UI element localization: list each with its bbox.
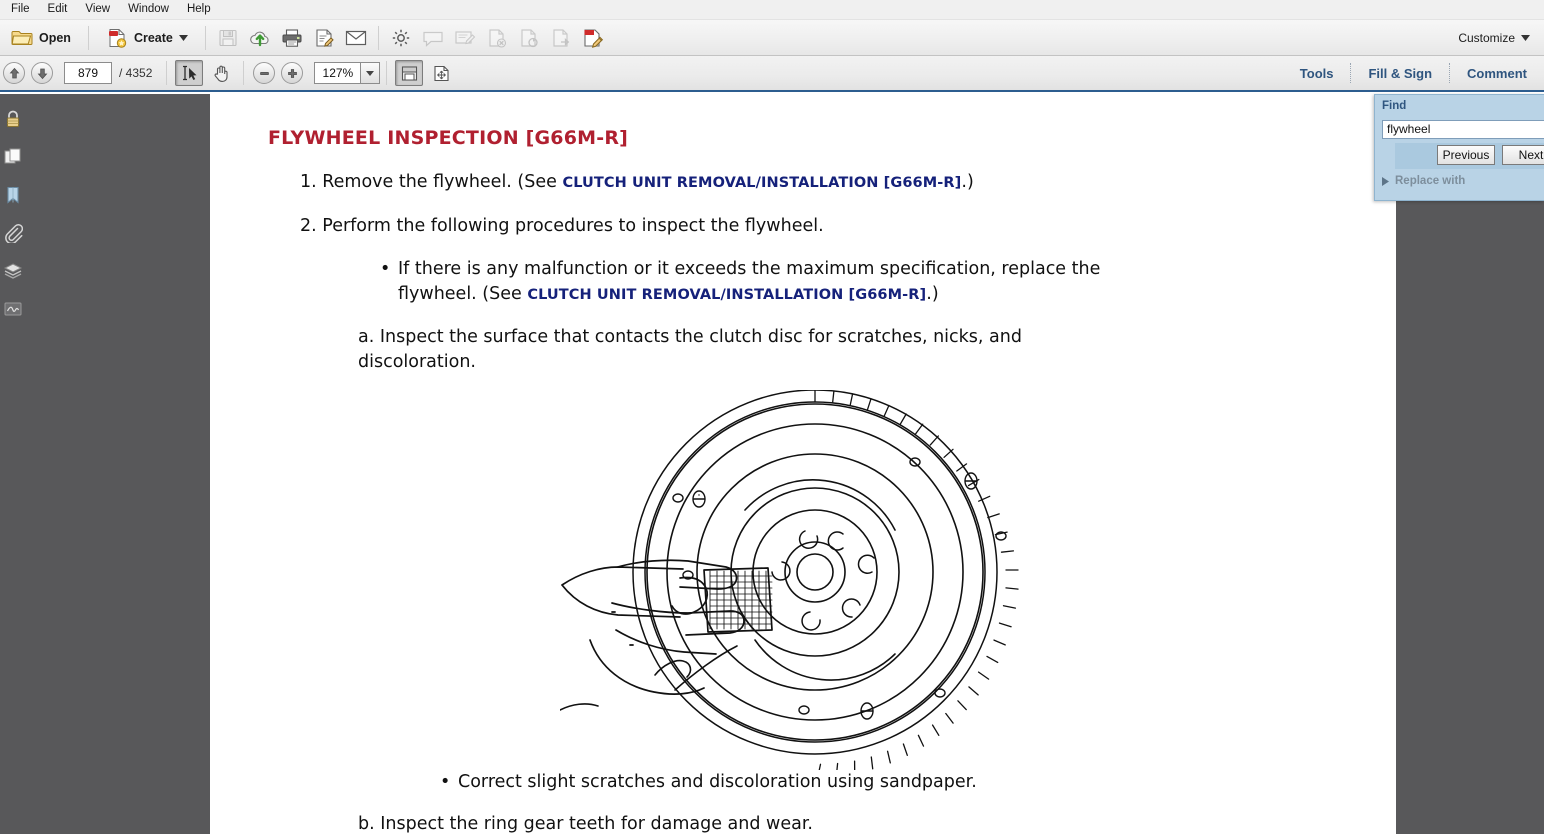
bullet-1-line-2-post: .) [926, 284, 938, 304]
replace-with-toggle[interactable]: Replace with [1382, 175, 1465, 187]
clutch-unit-link[interactable]: CLUTCH UNIT REMOVAL/INSTALLATION [G66M-R… [562, 175, 961, 191]
replace-with-label: Replace with [1395, 175, 1465, 187]
create-pdf-icon [106, 28, 128, 48]
save-icon[interactable] [213, 24, 243, 52]
previous-page-button[interactable] [3, 62, 25, 84]
menu-item-edit[interactable]: Edit [39, 0, 77, 19]
flywheel-sandpaper-illustration [560, 390, 1060, 770]
page-total-label: / 4352 [119, 66, 152, 80]
edit-pdf-icon[interactable] [578, 24, 608, 52]
page-rotate-icon[interactable] [514, 24, 544, 52]
bullet-2-text: Correct slight scratches and discolorati… [458, 772, 977, 792]
right-tab-group: Tools Fill & Sign Comment [1283, 55, 1544, 91]
page-number-input[interactable]: 879 [64, 62, 112, 84]
page-title: FLYWHEEL INSPECTION [G66M-R] [268, 127, 628, 149]
clutch-unit-link[interactable]: CLUTCH UNIT REMOVAL/INSTALLATION [G66M-R… [527, 287, 926, 303]
zoom-dropdown-button[interactable] [360, 62, 380, 84]
main-toolbar: Open Create [0, 20, 1544, 56]
next-page-button[interactable] [31, 62, 53, 84]
navigation-toolbar: 879 / 4352 127% [0, 56, 1544, 92]
search-input[interactable]: flywheel [1382, 120, 1544, 139]
email-icon[interactable] [341, 24, 371, 52]
customize-button[interactable]: Customize [1452, 28, 1536, 48]
tab-tools[interactable]: Tools [1283, 55, 1351, 91]
step-1-paragraph: 1. Remove the flywheel. (See CLUTCH UNIT… [300, 170, 1300, 196]
find-next-button[interactable]: Next [1502, 145, 1544, 165]
create-button[interactable]: Create [97, 24, 197, 52]
open-button[interactable]: Open [2, 24, 80, 52]
chevron-right-icon [1382, 177, 1389, 186]
menu-item-view[interactable]: View [76, 0, 119, 19]
hand-tool[interactable] [207, 60, 235, 86]
step-a-line-2: discoloration. [358, 352, 476, 372]
menu-item-window[interactable]: Window [119, 0, 178, 19]
attachments-icon[interactable] [1, 214, 25, 252]
tab-fill-and-sign[interactable]: Fill & Sign [1351, 55, 1449, 91]
toolbar-separator [166, 61, 167, 85]
bullet-1: • If there is any malfunction or it exce… [398, 257, 1278, 308]
fit-width-button[interactable] [427, 60, 455, 86]
pdf-page: FLYWHEEL INSPECTION [G66M-R] 1. Remove t… [210, 94, 1396, 834]
fit-page-button[interactable] [395, 60, 423, 86]
layers-icon[interactable] [1, 252, 25, 290]
create-button-label: Create [134, 31, 173, 45]
open-button-label: Open [39, 31, 71, 45]
gear-icon[interactable] [386, 24, 416, 52]
customize-label: Customize [1458, 31, 1515, 45]
toolbar-separator [205, 26, 206, 50]
chevron-down-icon [1521, 35, 1530, 41]
find-panel: Find flywheel Previous Next Replace with [1374, 94, 1544, 201]
page-extract-icon[interactable] [546, 24, 576, 52]
step-b-paragraph: b. Inspect the ring gear teeth for damag… [358, 812, 1258, 834]
select-tool[interactable] [175, 60, 203, 86]
menu-item-help[interactable]: Help [178, 0, 220, 19]
bullet-2: • Correct slight scratches and discolora… [458, 770, 1358, 795]
bullet-dot-icon: • [380, 257, 390, 282]
cloud-upload-icon[interactable] [245, 24, 275, 52]
find-previous-button[interactable]: Previous [1437, 145, 1495, 165]
menu-bar: File Edit View Window Help [0, 0, 1544, 20]
zoom-in-button[interactable] [281, 62, 303, 84]
page-remove-icon[interactable] [482, 24, 512, 52]
bullet-1-line-1: If there is any malfunction or it exceed… [398, 259, 1100, 279]
document-viewport[interactable]: FLYWHEEL INSPECTION [G66M-R] 1. Remove t… [26, 94, 1544, 834]
comment-balloon-icon[interactable] [418, 24, 448, 52]
signatures-icon[interactable] [1, 290, 25, 328]
step-a-paragraph: a. Inspect the surface that contacts the… [358, 325, 1258, 375]
bullet-dot-icon: • [440, 770, 450, 795]
find-panel-title: Find [1382, 100, 1406, 112]
zoom-out-button[interactable] [253, 62, 275, 84]
security-lock-icon[interactable] [1, 100, 25, 138]
sticky-note-icon[interactable] [450, 24, 480, 52]
chevron-down-icon [179, 35, 188, 41]
step-1-text-end: .) [961, 172, 973, 192]
print-icon[interactable] [277, 24, 307, 52]
bookmarks-icon[interactable] [1, 176, 25, 214]
zoom-level-input[interactable]: 127% [314, 62, 360, 84]
menu-item-file[interactable]: File [2, 0, 39, 19]
page-thumbnails-icon[interactable] [1, 138, 25, 176]
toolbar-separator [243, 61, 244, 85]
step-a-line-1: a. Inspect the surface that contacts the… [358, 327, 1022, 347]
step-2-paragraph: 2. Perform the following procedures to i… [300, 214, 1300, 239]
toolbar-separator [88, 26, 89, 50]
tab-comment[interactable]: Comment [1450, 55, 1544, 91]
toolbar-separator [386, 61, 387, 85]
chevron-down-icon [366, 71, 374, 76]
navigation-pane [0, 94, 26, 834]
bullet-1-line-2-pre: flywheel. (See [398, 284, 527, 304]
folder-open-icon [11, 29, 33, 47]
sign-document-icon[interactable] [309, 24, 339, 52]
step-1-text: 1. Remove the flywheel. (See [300, 172, 562, 192]
toolbar-separator [378, 26, 379, 50]
